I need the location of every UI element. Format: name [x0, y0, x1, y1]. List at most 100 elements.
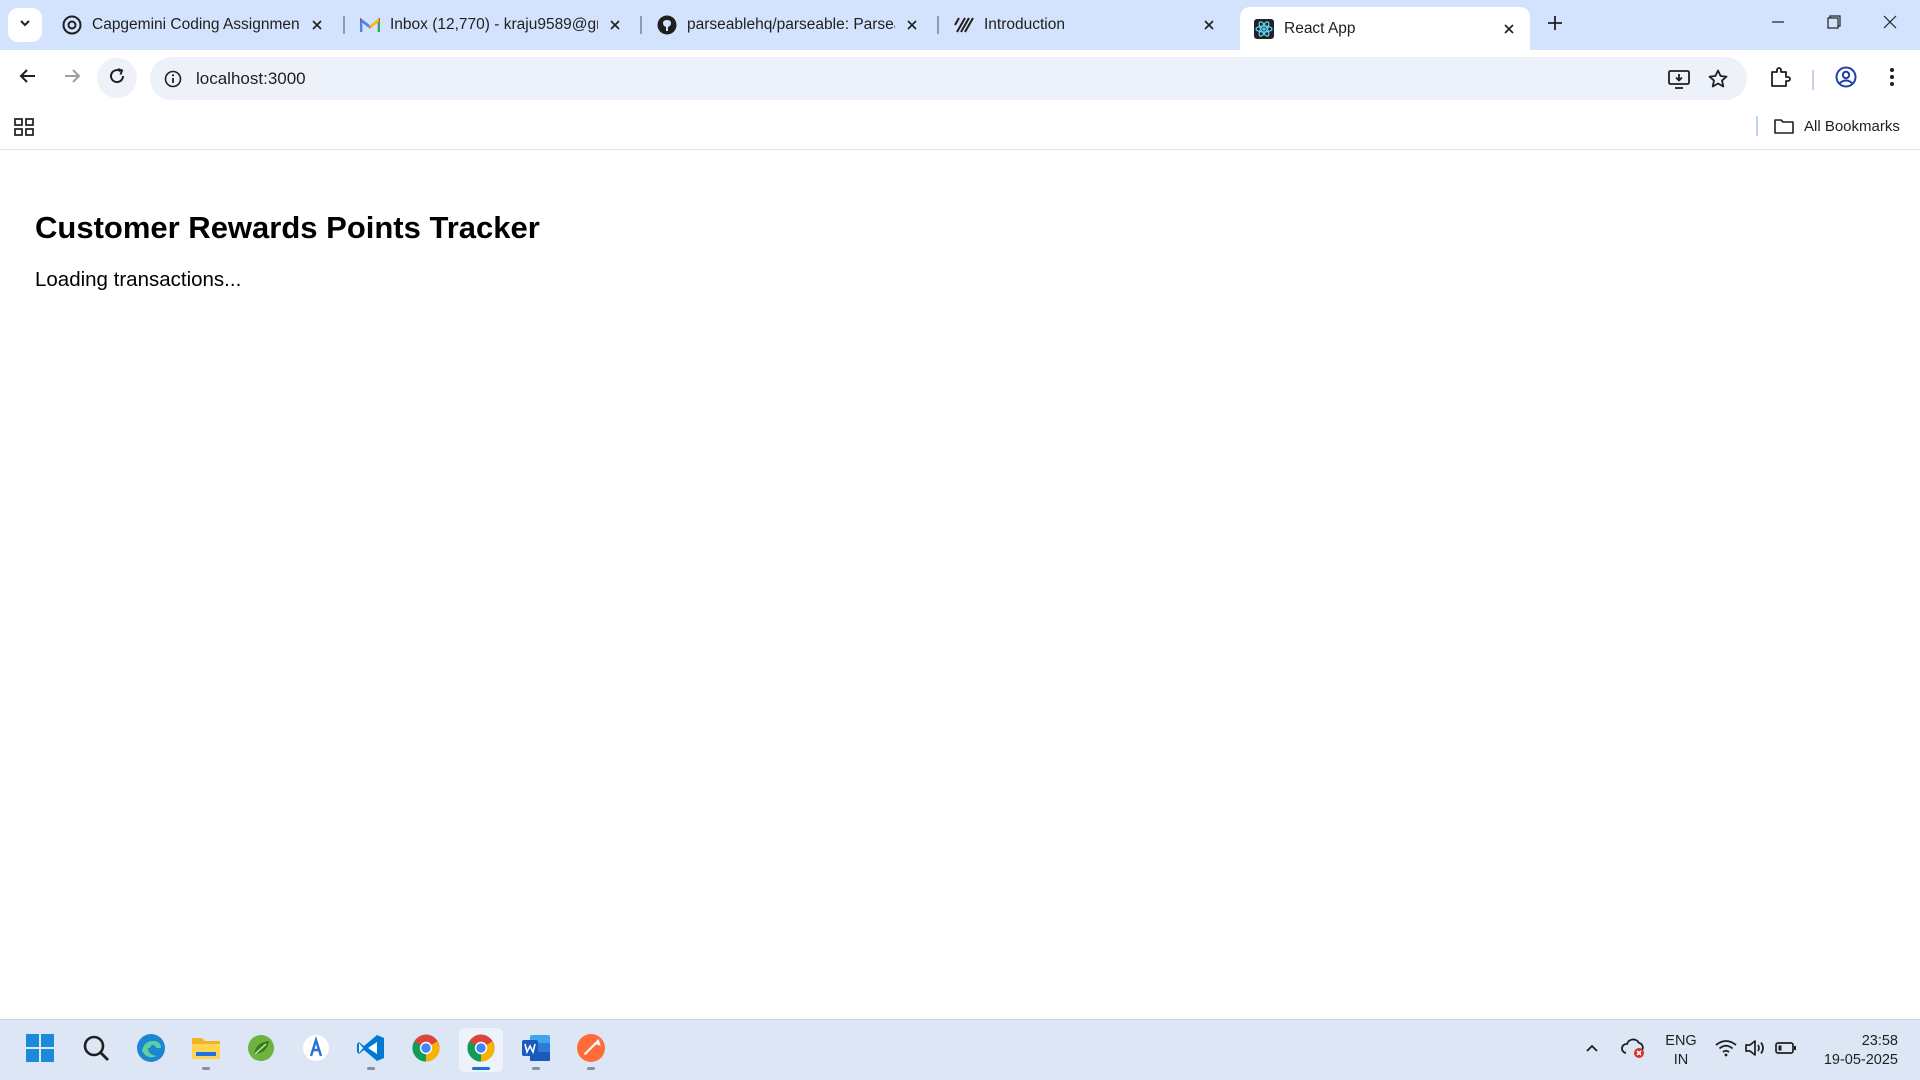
stripes-icon — [954, 15, 974, 35]
wifi-status[interactable] — [1712, 1036, 1740, 1064]
reload-icon — [108, 67, 126, 90]
arrow-right-icon — [63, 67, 81, 90]
plus-icon — [1547, 15, 1563, 36]
cloud-error-icon — [1621, 1037, 1647, 1064]
search-icon — [82, 1034, 110, 1067]
bookmarks-bar: All Bookmarks — [0, 108, 1920, 150]
close-icon[interactable] — [1198, 14, 1220, 36]
tab-separator — [937, 16, 939, 34]
tab-capgemini[interactable]: Capgemini Coding Assignment — [48, 7, 338, 43]
tab-title: React App — [1284, 19, 1356, 37]
install-app-icon[interactable] — [1665, 65, 1693, 93]
tab-title: parseablehq/parseable: Parseable — [687, 16, 895, 33]
edge-app[interactable] — [129, 1028, 173, 1072]
cloud-sync-status[interactable] — [1620, 1036, 1648, 1064]
region-code: IN — [1673, 1052, 1689, 1068]
puzzle-icon — [1769, 66, 1791, 93]
browser-toolbar: localhost:3000 — [0, 50, 1920, 108]
search-button[interactable] — [74, 1028, 118, 1072]
battery-status[interactable] — [1772, 1036, 1800, 1064]
chrome-active-app[interactable] — [459, 1028, 503, 1072]
start-button[interactable] — [18, 1028, 62, 1072]
file-explorer-app[interactable] — [184, 1028, 228, 1072]
chevron-up-icon — [1584, 1040, 1600, 1061]
spring-tool-suite-app[interactable] — [239, 1028, 283, 1072]
all-bookmarks-button[interactable]: All Bookmarks — [1774, 113, 1900, 139]
volume-control[interactable] — [1742, 1036, 1770, 1064]
clock-time: 23:58 — [1861, 1033, 1898, 1049]
forward-button[interactable] — [52, 58, 92, 98]
running-indicator — [532, 1067, 540, 1070]
tab-title: Introduction — [984, 16, 1065, 33]
speaker-icon — [1745, 1039, 1767, 1062]
spring-leaf-icon — [246, 1033, 276, 1068]
close-icon — [1883, 15, 1897, 34]
vscode-icon — [356, 1033, 386, 1068]
apps-grid-icon — [14, 117, 34, 141]
battery-icon — [1775, 1041, 1797, 1060]
arrow-left-icon — [19, 67, 37, 90]
tab-github[interactable]: parseablehq/parseable: Parseable — [643, 7, 933, 43]
restore-button[interactable] — [1806, 0, 1862, 48]
word-app[interactable] — [514, 1028, 558, 1072]
page-title: Customer Rewards Points Tracker — [35, 210, 540, 245]
bookmark-star-icon[interactable] — [1704, 65, 1732, 93]
close-icon[interactable] — [901, 14, 923, 36]
tab-title: Capgemini Coding Assignment — [92, 16, 300, 33]
tab-search-button[interactable] — [8, 8, 42, 42]
back-button[interactable] — [8, 58, 48, 98]
vscode-app[interactable] — [349, 1028, 393, 1072]
running-indicator — [472, 1067, 490, 1070]
postman-icon — [576, 1033, 606, 1068]
toolbar-separator — [1812, 70, 1814, 90]
folder-icon — [1774, 118, 1794, 134]
restore-icon — [1827, 14, 1841, 34]
reload-button[interactable] — [97, 58, 137, 98]
new-tab-button[interactable] — [1540, 11, 1570, 39]
openai-icon — [62, 15, 82, 35]
github-icon — [657, 15, 677, 35]
minimize-button[interactable] — [1750, 0, 1806, 48]
close-icon[interactable] — [306, 14, 328, 36]
app-store-icon — [301, 1033, 331, 1068]
minimize-icon — [1771, 15, 1785, 34]
tab-gmail[interactable]: Inbox (12,770) - kraju9589@gmail.com — [346, 7, 636, 43]
running-indicator — [587, 1067, 595, 1070]
tab-react-app[interactable]: React App — [1240, 7, 1530, 50]
system-clock[interactable]: 23:58 19-05-2025 — [1808, 1032, 1898, 1070]
gmail-icon — [360, 15, 380, 35]
tab-strip: Capgemini Coding Assignment Inbox (12,77… — [0, 0, 1920, 50]
input-language-indicator[interactable]: ENG IN — [1660, 1032, 1702, 1070]
tab-separator — [640, 16, 642, 34]
kebab-menu-icon — [1889, 67, 1895, 92]
close-window-button[interactable] — [1862, 0, 1918, 48]
tab-title: Inbox (12,770) - kraju9589@gmail.com — [390, 16, 598, 33]
all-bookmarks-label: All Bookmarks — [1804, 117, 1900, 135]
show-hidden-icons-button[interactable] — [1578, 1036, 1606, 1064]
bookmarks-separator — [1756, 116, 1758, 136]
url-text[interactable]: localhost:3000 — [196, 69, 306, 89]
close-icon[interactable] — [1498, 18, 1520, 40]
chrome-icon — [411, 1033, 441, 1068]
tab-separator — [343, 16, 345, 34]
site-info-icon[interactable] — [162, 68, 184, 90]
chevron-down-icon — [18, 16, 32, 35]
language-code: ENG — [1665, 1033, 1697, 1049]
apps-button[interactable] — [10, 116, 38, 142]
wifi-icon — [1715, 1039, 1737, 1062]
edge-icon — [136, 1033, 166, 1068]
close-icon[interactable] — [604, 14, 626, 36]
taskbar: ENG IN 23:58 19-05-2025 — [0, 1019, 1920, 1080]
menu-button[interactable] — [1874, 61, 1910, 97]
running-indicator — [202, 1067, 210, 1070]
account-icon — [1835, 66, 1857, 93]
app-installer-app[interactable] — [294, 1028, 338, 1072]
tab-introduction[interactable]: Introduction — [940, 7, 1230, 43]
profile-button[interactable] — [1828, 61, 1864, 97]
running-indicator — [367, 1067, 375, 1070]
postman-app[interactable] — [569, 1028, 613, 1072]
extensions-button[interactable] — [1762, 61, 1798, 97]
address-bar[interactable]: localhost:3000 — [150, 57, 1747, 100]
clock-date: 19-05-2025 — [1823, 1052, 1898, 1068]
chrome-app[interactable] — [404, 1028, 448, 1072]
